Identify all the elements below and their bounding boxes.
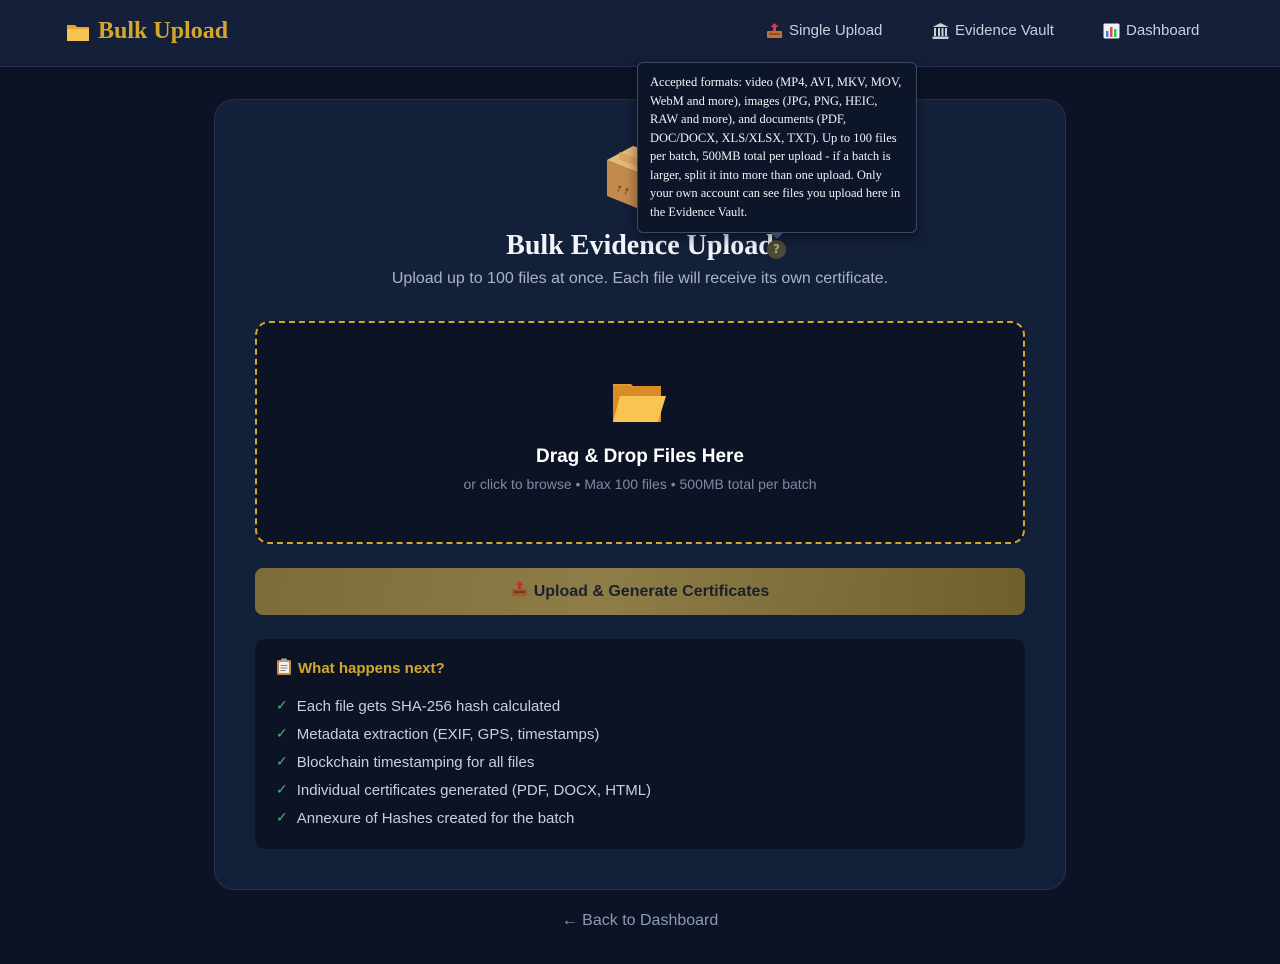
outbox-tray-icon (766, 22, 783, 39)
help-tooltip: Accepted formats: video (MP4, AVI, MKV, … (637, 62, 917, 233)
list-item: ✓ Annexure of Hashes created for the bat… (276, 804, 651, 832)
help-icon[interactable]: ? (767, 240, 786, 259)
nav-evidence-vault-label: Evidence Vault (955, 22, 1054, 39)
brand[interactable]: Bulk Upload (66, 18, 228, 45)
top-navbar: Bulk Upload Single Upload Evidence Vault (0, 0, 1280, 67)
page-title: Bulk Evidence Upload (506, 230, 774, 261)
tooltip-arrow (770, 232, 784, 239)
check-icon: ✓ (276, 754, 288, 770)
brand-title: Bulk Upload (98, 18, 229, 44)
folder-icon (66, 22, 90, 42)
list-item-text: Annexure of Hashes created for the batch (296, 809, 575, 827)
dropzone-subtitle: or click to browse • Max 100 files • 500… (463, 476, 817, 492)
list-item-text: Blockchain timestamping for all files (296, 753, 535, 771)
list-item: ✓ Blockchain timestamping for all files (276, 748, 651, 776)
check-icon: ✓ (276, 782, 288, 798)
nav-single-upload[interactable]: Single Upload (766, 22, 882, 39)
list-item-text: Metadata extraction (EXIF, GPS, timestam… (296, 725, 600, 743)
upload-generate-button[interactable]: Upload & Generate Certificates (255, 568, 1025, 615)
next-steps-list: ✓ Each file gets SHA-256 hash calculated… (276, 692, 651, 832)
classical-building-icon (932, 22, 949, 39)
list-item: ✓ Individual certificates generated (PDF… (276, 776, 651, 804)
clipboard-icon (276, 658, 292, 679)
upload-button-label: Upload & Generate Certificates (533, 582, 770, 600)
back-to-dashboard-link[interactable]: ← Back to Dashboard (0, 912, 1280, 930)
check-icon: ✓ (276, 810, 288, 826)
nav-dashboard[interactable]: Dashboard (1103, 22, 1199, 39)
outbox-tray-icon (511, 581, 528, 602)
nav-evidence-vault[interactable]: Evidence Vault (932, 22, 1054, 39)
list-item-text: Each file gets SHA-256 hash calculated (296, 697, 561, 715)
next-steps-title-text: What happens next? (298, 660, 445, 677)
page-subtitle: Upload up to 100 files at once. Each fil… (391, 270, 889, 287)
list-item: ✓ Each file gets SHA-256 hash calculated (276, 692, 651, 720)
list-item-text: Individual certificates generated (PDF, … (296, 781, 652, 799)
open-folder-icon (611, 378, 667, 426)
next-steps-title: What happens next? (276, 658, 445, 679)
nav-single-upload-label: Single Upload (789, 22, 883, 39)
nav-dashboard-label: Dashboard (1126, 22, 1200, 39)
dropzone-title: Drag & Drop Files Here (536, 446, 744, 467)
check-icon: ✓ (276, 698, 288, 714)
bar-chart-icon (1103, 23, 1120, 39)
list-item: ✓ Metadata extraction (EXIF, GPS, timest… (276, 720, 651, 748)
file-dropzone[interactable] (255, 321, 1025, 544)
check-icon: ✓ (276, 726, 288, 742)
